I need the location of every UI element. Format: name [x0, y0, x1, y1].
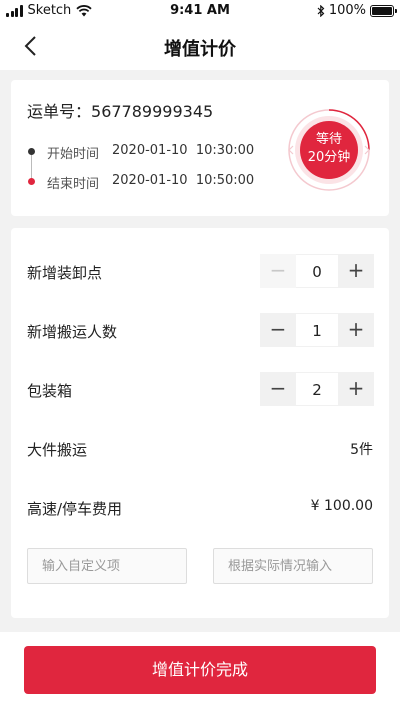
nav-bar: 增值计价 — [0, 22, 400, 70]
bottom-bar: 增值计价完成 — [0, 632, 400, 710]
order-number-label: 运单号： — [27, 102, 92, 121]
large-item-value[interactable]: 5件 — [350, 439, 373, 459]
chevron-left-icon[interactable] — [18, 32, 46, 60]
minus-button[interactable]: − — [260, 313, 296, 347]
end-time-value: 2020-01-10 10:50:00 — [112, 173, 255, 188]
status-right: 100% — [317, 3, 397, 18]
page-title: 增值计价 — [164, 39, 236, 60]
start-time-value: 2020-01-10 10:30:00 — [112, 143, 255, 158]
item-label-movers: 新增搬运人数 — [27, 323, 118, 341]
order-info-card: 运单号：567789999345 开始时间 2020-01-10 10:30:0… — [11, 80, 389, 216]
custom-item-input[interactable] — [27, 548, 187, 584]
minus-button[interactable]: − — [260, 372, 296, 406]
boxes-stepper: − 2 + — [260, 372, 374, 406]
fee-label: 高速/停车费用 — [27, 500, 123, 518]
minus-button[interactable]: − — [260, 254, 296, 288]
fee-value[interactable]: ¥ 100.00 — [311, 498, 373, 514]
stepper-value: 1 — [296, 313, 338, 347]
end-dot — [28, 178, 35, 185]
stepper-value: 0 — [296, 254, 338, 288]
plus-button[interactable]: + — [338, 372, 374, 406]
item-label-boxes: 包装箱 — [27, 382, 73, 400]
bluetooth-icon — [317, 4, 325, 17]
submit-button[interactable]: 增值计价完成 — [24, 646, 376, 694]
custom-amount-input[interactable] — [213, 548, 373, 584]
stepper-value: 2 — [296, 372, 338, 406]
plus-button[interactable]: + — [338, 313, 374, 347]
item-label-loading-points: 新增装卸点 — [27, 264, 103, 282]
start-dot — [28, 148, 35, 155]
start-time-label: 开始时间 — [47, 147, 100, 162]
movers-stepper: − 1 + — [260, 313, 374, 347]
order-number: 运单号：567789999345 — [27, 98, 213, 122]
order-number-value: 567789999345 — [91, 102, 214, 121]
plus-button[interactable]: + — [338, 254, 374, 288]
large-item-label: 大件搬运 — [27, 441, 88, 459]
battery-icon — [370, 4, 397, 17]
pricing-card: 新增装卸点 − 0 + 新增搬运人数 − 1 + 包装箱 − 2 + 大件搬运 … — [11, 228, 389, 618]
battery-percent: 100% — [328, 3, 366, 18]
loading-points-stepper: − 0 + — [260, 254, 374, 288]
status-bar: Sketch 9:41 AM 100% — [0, 0, 400, 22]
wait-timer-badge — [288, 109, 370, 191]
end-time-label: 结束时间 — [47, 177, 100, 192]
